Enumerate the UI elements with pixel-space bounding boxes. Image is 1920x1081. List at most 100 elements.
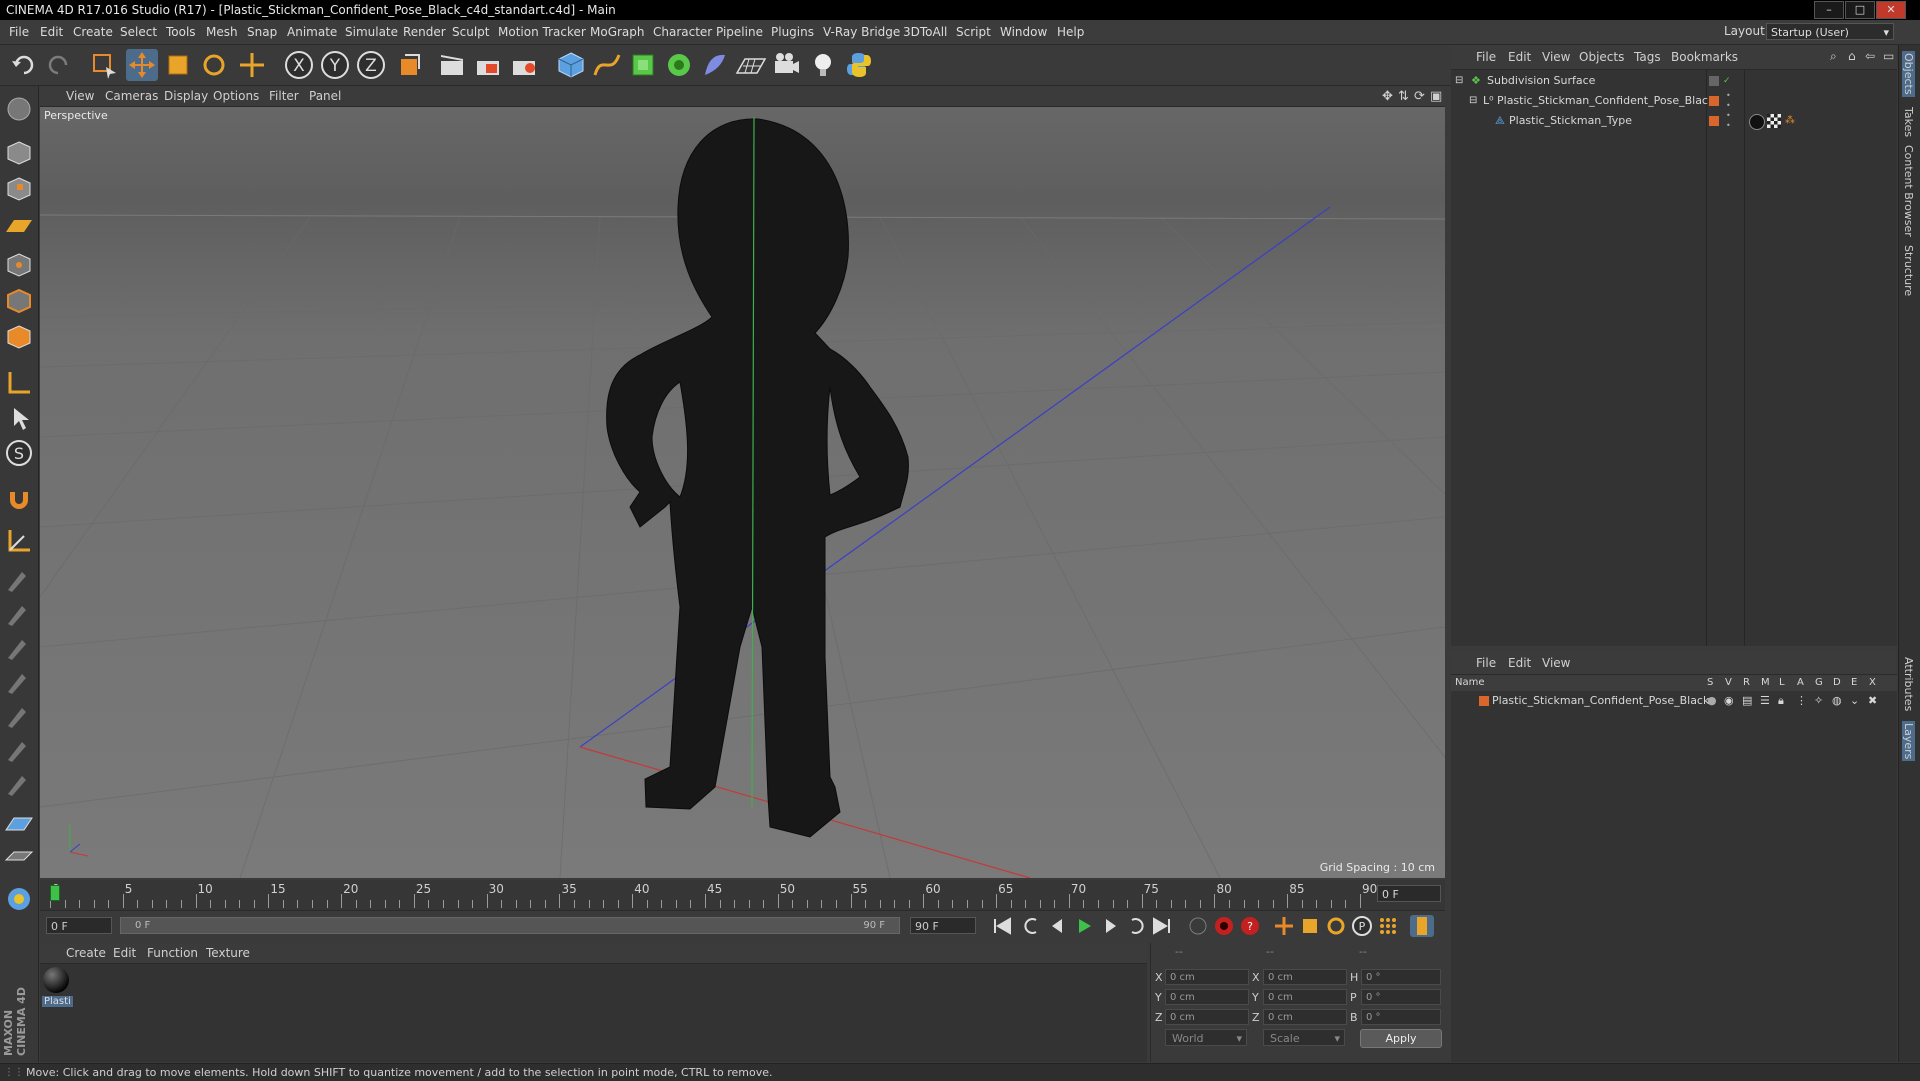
new-view-icon[interactable]: ▭ [1883,49,1894,63]
maximize-button[interactable]: □ [1845,1,1875,19]
menu-window[interactable]: Window [1000,25,1047,39]
rotation-b-field[interactable]: 0 ° [1361,1009,1441,1025]
make-editable-button[interactable] [4,94,34,124]
layer-color-swatch[interactable] [1479,696,1489,706]
y-axis-lock-button[interactable]: Y [319,49,351,81]
python-button[interactable] [843,49,875,81]
menu-vray-bridge[interactable]: V-Ray Bridge [823,25,900,39]
end-frame-field[interactable]: 90 F [910,917,976,934]
light-button[interactable] [807,49,839,81]
collapse-icon[interactable]: ⊟ [1455,71,1463,91]
menu-sculpt[interactable]: Sculpt [452,25,489,39]
material-menu-texture[interactable]: Texture [206,946,250,960]
menu-mograph[interactable]: MoGraph [590,25,645,39]
texture-mode-button[interactable] [4,174,34,204]
viewport-menu-view[interactable]: View [66,89,94,103]
animation-icon[interactable]: ⋮ [1796,691,1807,711]
floor-button[interactable] [735,49,767,81]
lock-icon[interactable]: 🔒︎ [1778,691,1784,711]
eye-icon[interactable]: ◉ [1724,691,1734,711]
camera-button[interactable] [771,49,803,81]
layer-swatch[interactable] [1709,116,1719,126]
objects-menu-edit[interactable]: Edit [1508,50,1531,64]
key-rotation-button[interactable] [1324,915,1348,937]
edges-mode-button[interactable] [4,286,34,316]
spline-pen-button[interactable] [591,49,623,81]
menu-simulate[interactable]: Simulate [345,25,398,39]
prev-key-button[interactable] [1020,915,1044,937]
tab-structure[interactable]: Structure [1902,245,1915,296]
layer-col-xref[interactable]: X [1869,675,1876,691]
tab-content-browser[interactable]: Content Browser [1902,145,1915,237]
menu-motion-tracker[interactable]: Motion Tracker [498,25,586,39]
sculpt-layer-button[interactable] [4,842,34,872]
sculpt-tool-7[interactable] [4,768,34,798]
sculpt-tool-4[interactable] [4,666,34,696]
visibility-dots-icon[interactable]: • • [1726,111,1731,131]
menu-3dtoall[interactable]: 3DToAll [903,25,947,39]
xref-icon[interactable]: ✖ [1868,691,1877,711]
timeline-ruler[interactable]: 051015202530354045505560657075808590 0 F [40,880,1445,910]
expression-icon[interactable]: ⌄ [1850,691,1859,711]
material-tag-icon[interactable] [1749,114,1765,130]
coord-mode-dropdown[interactable]: World ▾ [1165,1029,1247,1046]
objects-menu-tags[interactable]: Tags [1634,50,1661,64]
viewport-zoom-icon[interactable]: ⇅ [1398,89,1409,104]
polygons-mode-button[interactable] [4,322,34,352]
timeline-layout-button[interactable] [1410,915,1434,937]
viewport-menu-filter[interactable]: Filter [269,89,299,103]
viewport-navigate-icon[interactable]: ✥ [1382,89,1393,104]
viewport-menu-cameras[interactable]: Cameras [105,89,158,103]
key-pla-button[interactable] [1376,915,1400,937]
texture-tag-icon[interactable] [1767,114,1781,128]
objects-menu-bookmarks[interactable]: Bookmarks [1671,50,1738,64]
menu-mesh[interactable]: Mesh [206,25,238,39]
axis-mode-button[interactable] [4,368,34,398]
layout-dropdown[interactable]: Startup (User) ▾ [1766,23,1894,40]
layer-col-render[interactable]: R [1743,675,1750,691]
current-frame-field[interactable]: 0 F [1377,885,1441,902]
home-icon[interactable]: ⌂ [1848,49,1856,63]
goto-start-button[interactable] [990,915,1014,937]
render-view-button[interactable] [436,49,468,81]
next-frame-button[interactable] [1098,915,1122,937]
goto-end-button[interactable] [1150,915,1174,937]
grid-snap-button[interactable] [4,808,34,838]
layer-swatch[interactable] [1709,96,1719,106]
play-button[interactable] [1072,915,1096,937]
layer-menu-file[interactable]: File [1476,656,1496,670]
layer-col-view[interactable]: V [1725,675,1732,691]
layer-row[interactable]: Plastic_Stickman_Confident_Pose_Black ● … [1451,691,1897,711]
sculpt-tool-6[interactable] [4,734,34,764]
layer-menu-edit[interactable]: Edit [1508,656,1531,670]
menu-animate[interactable]: Animate [287,25,337,39]
frame-range-slider[interactable]: 0 F 90 F [120,917,900,934]
position-z-field[interactable]: 0 cm [1165,1009,1249,1025]
key-parameter-button[interactable]: P [1350,915,1374,937]
snap-button[interactable]: S [4,438,34,468]
size-z-field[interactable]: 0 cm [1263,1009,1347,1025]
sculpt-tool-2[interactable] [4,598,34,628]
minimize-button[interactable]: – [1814,1,1844,19]
move-tool-button[interactable] [126,49,158,81]
z-axis-lock-button[interactable]: Z [355,49,387,81]
sculpt-tool-1[interactable] [4,564,34,594]
manager-list-icon[interactable]: ☰ [1760,691,1770,711]
next-key-button[interactable] [1124,915,1148,937]
menu-render[interactable]: Render [403,25,446,39]
tab-layers[interactable]: Layers [1902,721,1915,762]
menu-tools[interactable]: Tools [166,25,196,39]
layer-col-locked[interactable]: L [1779,675,1785,691]
menu-pipeline[interactable]: Pipeline [716,25,763,39]
start-frame-field[interactable]: 0 F [46,917,112,934]
cloner-button[interactable] [663,49,695,81]
phong-tag-icon[interactable]: ⁂ [1785,111,1795,131]
menu-create[interactable]: Create [73,25,113,39]
object-row-stickman-null[interactable]: ⊟ L⁰ Plastic_Stickman_Confident_Pose_Bla… [1451,91,1897,111]
menu-edit[interactable]: Edit [40,25,63,39]
prev-frame-button[interactable] [1046,915,1070,937]
object-row-stickman-mesh[interactable]: ⟁ Plastic_Stickman_Type • • ⁂ [1451,111,1897,131]
viewport-menu-panel[interactable]: Panel [309,89,341,103]
layer-col-deformers[interactable]: D [1833,675,1841,691]
undo-button[interactable] [8,49,40,81]
